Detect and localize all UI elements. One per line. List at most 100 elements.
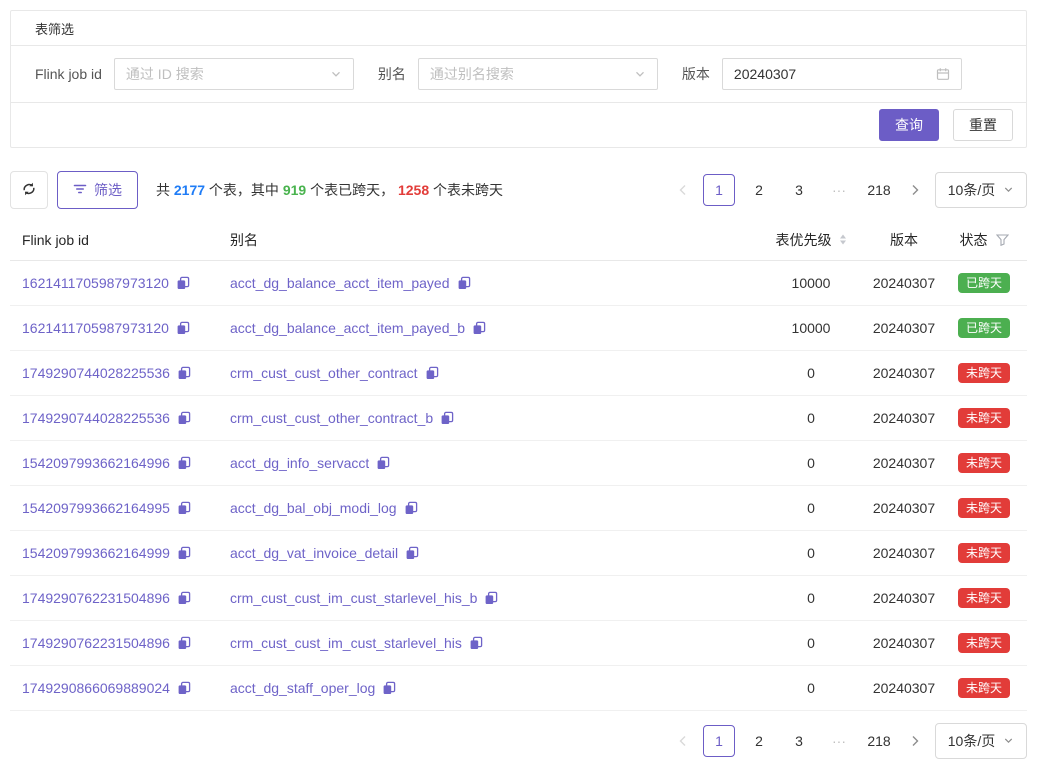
page-ellipsis: ···: [823, 174, 855, 206]
page-button-1[interactable]: 1: [703, 725, 735, 757]
page-size-select[interactable]: 10条/页: [935, 723, 1027, 759]
copy-icon[interactable]: [469, 636, 483, 650]
copy-icon[interactable]: [176, 276, 190, 290]
page-button-2[interactable]: 2: [743, 174, 775, 206]
version-cell: 20240307: [867, 500, 941, 516]
copy-icon[interactable]: [177, 636, 191, 650]
alias-link[interactable]: acct_dg_balance_acct_item_payed_b: [230, 320, 465, 336]
alias-link[interactable]: acct_dg_balance_acct_item_payed: [230, 275, 450, 291]
refresh-button[interactable]: [10, 171, 48, 209]
copy-icon[interactable]: [404, 501, 418, 515]
priority-cell: 0: [755, 500, 867, 516]
page-button-2[interactable]: 2: [743, 725, 775, 757]
table-summary: 共 2177 个表，其中 919 个表已跨天， 1258 个表未跨天: [156, 180, 503, 200]
next-page-button[interactable]: [903, 725, 927, 757]
flink-job-id-link[interactable]: 1621411705987973120: [22, 320, 169, 336]
alias-link[interactable]: acct_dg_info_servacct: [230, 455, 369, 471]
table-toolbar: 筛选 共 2177 个表，其中 919 个表已跨天， 1258 个表未跨天 12…: [10, 171, 1027, 209]
search-button[interactable]: 查询: [879, 109, 939, 141]
flink-job-id-link[interactable]: 1621411705987973120: [22, 275, 169, 291]
table-row: 1749290744028225536 crm_cust_cust_other_c…: [10, 396, 1027, 441]
page-button-3[interactable]: 3: [783, 174, 815, 206]
reset-button[interactable]: 重置: [953, 109, 1013, 141]
flink-job-id-link[interactable]: 1749290744028225536: [22, 410, 170, 426]
alias-link[interactable]: crm_cust_cust_other_contract_b: [230, 410, 433, 426]
filter-panel: 表筛选 Flink job id 通过 ID 搜索 别名 通过别名搜索 版本 2…: [10, 10, 1027, 148]
flink-job-id-placeholder: 通过 ID 搜索: [126, 64, 323, 84]
flink-job-id-link[interactable]: 1542097993662164999: [22, 545, 170, 561]
alias-label: 别名: [378, 64, 406, 84]
flink-job-id-link[interactable]: 1542097993662164996: [22, 455, 170, 471]
page-root: 表筛选 Flink job id 通过 ID 搜索 别名 通过别名搜索 版本 2…: [0, 0, 1037, 767]
table-body: 1621411705987973120 acct_dg_balance_acct_…: [10, 261, 1027, 711]
page-button-3[interactable]: 3: [783, 725, 815, 757]
page-button-1[interactable]: 1: [703, 174, 735, 206]
flink-job-id-link[interactable]: 1749290866069889024: [22, 680, 170, 696]
page-button-218[interactable]: 218: [863, 725, 895, 757]
copy-icon[interactable]: [177, 411, 191, 425]
alias-select[interactable]: 通过别名搜索: [418, 58, 658, 90]
flink-job-id-link[interactable]: 1749290762231504896: [22, 635, 170, 651]
alias-link[interactable]: crm_cust_cust_other_contract: [230, 365, 418, 381]
copy-icon[interactable]: [177, 681, 191, 695]
alias-link[interactable]: acct_dg_staff_oper_log: [230, 680, 375, 696]
copy-icon[interactable]: [177, 501, 191, 515]
filter-button[interactable]: 筛选: [57, 171, 138, 209]
chevron-down-icon: [1003, 182, 1014, 198]
filter-button-label: 筛选: [94, 180, 122, 200]
column-header-version: 版本: [867, 230, 941, 250]
page-number-list: 123···218: [703, 174, 895, 206]
status-badge: 未跨天: [958, 498, 1010, 518]
column-header-status[interactable]: 状态: [941, 230, 1027, 250]
copy-icon[interactable]: [177, 591, 191, 605]
copy-icon[interactable]: [425, 366, 439, 380]
copy-icon[interactable]: [472, 321, 486, 335]
flink-job-id-link[interactable]: 1749290762231504896: [22, 590, 170, 606]
copy-icon[interactable]: [484, 591, 498, 605]
copy-icon[interactable]: [176, 321, 190, 335]
copy-icon[interactable]: [376, 456, 390, 470]
alias-link[interactable]: acct_dg_vat_invoice_detail: [230, 545, 398, 561]
alias-link[interactable]: crm_cust_cust_im_cust_starlevel_his_b: [230, 590, 477, 606]
flink-job-id-link[interactable]: 1749290744028225536: [22, 365, 170, 381]
page-button-218[interactable]: 218: [863, 174, 895, 206]
priority-cell: 0: [755, 680, 867, 696]
prev-page-button[interactable]: [671, 725, 695, 757]
table-row: 1542097993662164999 acct_dg_vat_invoice_d…: [10, 531, 1027, 576]
data-table: Flink job id 别名 表优先级 版本 状态 1621411705987…: [10, 219, 1027, 711]
copy-icon[interactable]: [440, 411, 454, 425]
sorter-icon[interactable]: [839, 234, 847, 245]
version-date-value: 20240307: [734, 66, 929, 82]
filter-fields-row: Flink job id 通过 ID 搜索 别名 通过别名搜索 版本 20240…: [11, 46, 1026, 103]
version-date-picker[interactable]: 20240307: [722, 58, 962, 90]
version-cell: 20240307: [867, 410, 941, 426]
priority-cell: 0: [755, 590, 867, 606]
alias-link[interactable]: crm_cust_cust_im_cust_starlevel_his: [230, 635, 462, 651]
next-page-button[interactable]: [903, 174, 927, 206]
flink-job-id-select[interactable]: 通过 ID 搜索: [114, 58, 354, 90]
funnel-icon[interactable]: [996, 234, 1009, 246]
prev-page-button[interactable]: [671, 174, 695, 206]
copy-icon[interactable]: [457, 276, 471, 290]
priority-cell: 10000: [755, 275, 867, 291]
table-row: 1749290866069889024 acct_dg_staff_oper_lo…: [10, 666, 1027, 711]
copy-icon[interactable]: [405, 546, 419, 560]
copy-icon[interactable]: [177, 456, 191, 470]
copy-icon[interactable]: [177, 546, 191, 560]
flink-job-id-link[interactable]: 1542097993662164995: [22, 500, 170, 516]
flink-job-id-label: Flink job id: [35, 66, 102, 82]
page-size-value: 10条/页: [948, 180, 995, 200]
pagination-bottom: 123···218 10条/页: [671, 723, 1027, 759]
priority-cell: 0: [755, 635, 867, 651]
page-size-select[interactable]: 10条/页: [935, 172, 1027, 208]
priority-cell: 0: [755, 410, 867, 426]
column-header-priority[interactable]: 表优先级: [755, 230, 867, 250]
table-row: 1542097993662164995 acct_dg_bal_obj_modi_…: [10, 486, 1027, 531]
version-label: 版本: [682, 64, 710, 84]
alias-link[interactable]: acct_dg_bal_obj_modi_log: [230, 500, 397, 516]
copy-icon[interactable]: [177, 366, 191, 380]
status-badge: 未跨天: [958, 588, 1010, 608]
status-badge: 已跨天: [958, 273, 1010, 293]
copy-icon[interactable]: [382, 681, 396, 695]
table-row: 1749290762231504896 crm_cust_cust_im_cust…: [10, 621, 1027, 666]
